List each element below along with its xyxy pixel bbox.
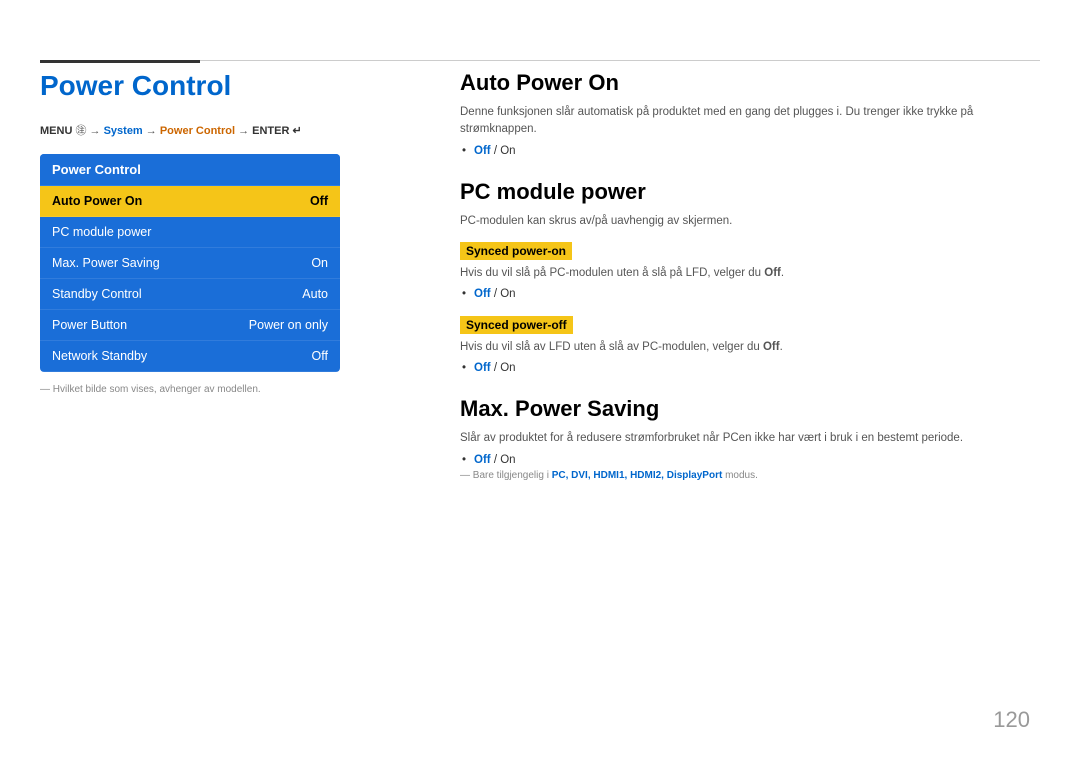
menu-item-standby-control[interactable]: Standby Control Auto (40, 279, 340, 310)
menu-path: MENU ㊟ → System → Power Control → ENTER … (40, 122, 420, 138)
section-auto-power-on-desc: Denne funksjonen slår automatisk på prod… (460, 104, 1040, 139)
menu-item-network-standby-value: Off (312, 349, 328, 363)
section-max-power-saving: Max. Power Saving Slår av produktet for … (460, 396, 1040, 480)
menu-item-max-power-saving-label: Max. Power Saving (52, 256, 160, 270)
max-power-saving-note: ― Bare tilgjengelig i PC, DVI, HDMI1, HD… (460, 470, 1040, 481)
menu-item-auto-power-on-value: Off (310, 194, 328, 208)
menu-item-power-button-value: Power on only (249, 318, 328, 332)
page-number: 120 (993, 707, 1030, 733)
menu-item-power-button[interactable]: Power Button Power on only (40, 310, 340, 341)
menu-item-auto-power-on[interactable]: Auto Power On Off (40, 186, 340, 217)
synced-power-off-slash: / On (494, 362, 516, 374)
menu-item-max-power-saving[interactable]: Max. Power Saving On (40, 248, 340, 279)
menu-item-auto-power-on-label: Auto Power On (52, 194, 142, 208)
top-accent-line (40, 60, 200, 63)
section-max-power-saving-bullet: Off / On (474, 454, 1040, 466)
menu-item-power-button-label: Power Button (52, 318, 127, 332)
section-pc-module-power-desc: PC-modulen kan skrus av/på uavhengig av … (460, 213, 1040, 230)
synced-power-on-desc: Hvis du vil slå på PC-modulen uten å slå… (460, 265, 1040, 282)
menu-item-network-standby-label: Network Standby (52, 349, 147, 363)
menu-item-pc-module-power-label: PC module power (52, 225, 151, 239)
menu-path-arrow2: → (146, 125, 160, 137)
max-power-saving-off: Off (474, 454, 491, 466)
section-auto-power-on: Auto Power On Denne funksjonen slår auto… (460, 70, 1040, 157)
menu-path-arrow3: → (238, 125, 252, 137)
menu-path-arrow1: ㊟ → (75, 125, 103, 137)
menu-item-max-power-saving-value: On (311, 256, 328, 270)
synced-power-off-desc: Hvis du vil slå av LFD uten å slå av PC-… (460, 339, 1040, 356)
synced-power-on-heading: Synced power-on (460, 242, 572, 260)
section-pc-module-power: PC module power PC-modulen kan skrus av/… (460, 179, 1040, 375)
menu-path-enter: ENTER ↵ (252, 125, 302, 137)
right-panel: Auto Power On Denne funksjonen slår auto… (460, 70, 1040, 503)
menu-item-pc-module-power[interactable]: PC module power (40, 217, 340, 248)
section-auto-power-on-bullet: Off / On (474, 145, 1040, 157)
section-pc-module-power-title: PC module power (460, 179, 1040, 205)
section-max-power-saving-desc: Slår av produktet for å redusere strømfo… (460, 430, 1040, 447)
section-auto-power-on-title: Auto Power On (460, 70, 1040, 96)
menu-path-powercontrol: Power Control (160, 125, 235, 137)
synced-power-off-bullet: Off / On (474, 362, 1040, 374)
max-power-saving-note-modes: PC, DVI, HDMI1, HDMI2, DisplayPort (552, 470, 723, 481)
synced-power-off-heading: Synced power-off (460, 316, 573, 334)
synced-power-on-bullet: Off / On (474, 288, 1040, 300)
menu-box: Power Control Auto Power On Off PC modul… (40, 154, 340, 372)
synced-power-off-off: Off (474, 362, 491, 374)
auto-power-on-slash: / On (494, 145, 516, 157)
left-panel: Power Control MENU ㊟ → System → Power Co… (40, 70, 420, 395)
menu-path-menu: MENU (40, 125, 75, 137)
synced-power-on-slash: / On (494, 288, 516, 300)
max-power-saving-slash: / On (494, 454, 516, 466)
auto-power-on-off: Off (474, 145, 491, 157)
menu-item-network-standby[interactable]: Network Standby Off (40, 341, 340, 372)
section-max-power-saving-title: Max. Power Saving (460, 396, 1040, 422)
page-title: Power Control (40, 70, 420, 102)
menu-box-header: Power Control (40, 154, 340, 186)
left-note: ― Hvilket bilde som vises, avhenger av m… (40, 384, 420, 395)
menu-item-standby-control-label: Standby Control (52, 287, 142, 301)
menu-item-standby-control-value: Auto (302, 287, 328, 301)
menu-path-system: System (104, 125, 143, 137)
synced-power-on-off: Off (474, 288, 491, 300)
